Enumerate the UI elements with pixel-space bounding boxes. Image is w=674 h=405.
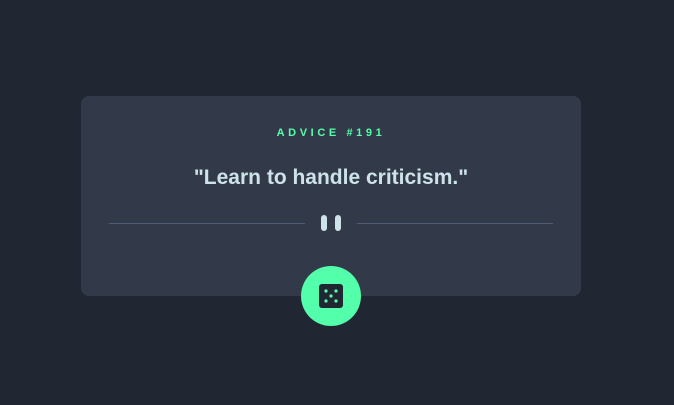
pause-bar-right bbox=[335, 215, 341, 231]
divider-line-right bbox=[357, 223, 553, 224]
pause-bar-left bbox=[321, 215, 327, 231]
advice-number-label: ADVICE #191 bbox=[276, 127, 386, 139]
generate-advice-button[interactable] bbox=[301, 266, 361, 326]
advice-quote: "Learn to handle criticism." bbox=[193, 166, 469, 189]
divider-line-left bbox=[109, 223, 305, 224]
pause-icon bbox=[321, 215, 341, 231]
dice-icon bbox=[319, 284, 343, 308]
